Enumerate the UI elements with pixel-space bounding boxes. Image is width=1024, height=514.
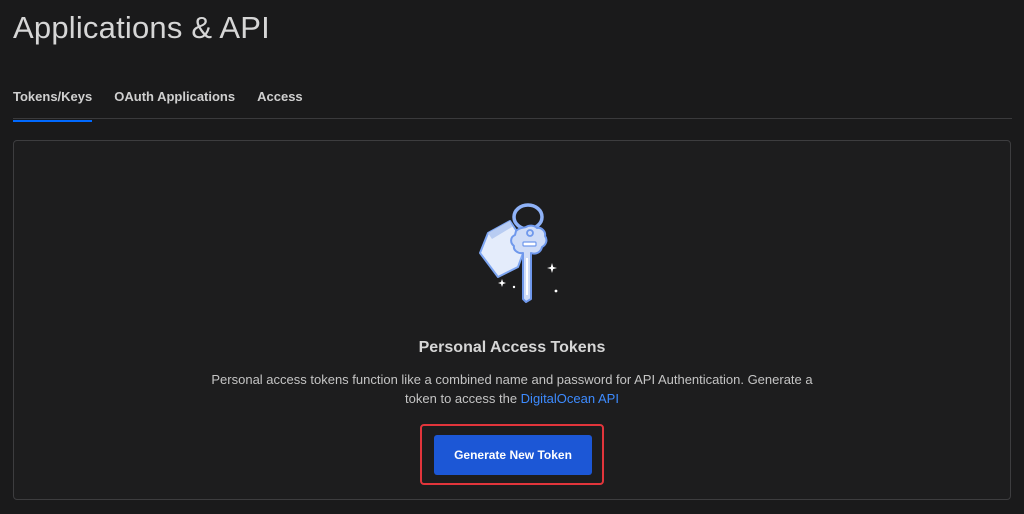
card-description: Personal access tokens function like a c… — [194, 370, 830, 408]
card-heading: Personal Access Tokens — [418, 339, 606, 356]
generate-new-token-button[interactable]: Generate New Token — [434, 435, 592, 475]
page: Applications & API Tokens/Keys OAuth App… — [0, 0, 1024, 514]
description-line-2: token to access the — [405, 391, 521, 406]
page-title: Applications & API — [13, 10, 270, 45]
personal-access-tokens-card: Personal Access Tokens Personal access t… — [13, 140, 1011, 500]
digitalocean-api-link[interactable]: DigitalOcean API — [521, 391, 619, 406]
description-line-1: Personal access tokens function like a c… — [211, 372, 813, 387]
tab-access[interactable]: Access — [257, 80, 303, 118]
key-tag-icon — [479, 203, 558, 303]
tab-bar: Tokens/Keys OAuth Applications Access — [13, 80, 1012, 122]
tab-oauth-applications[interactable]: OAuth Applications — [114, 80, 235, 118]
tab-tokens-keys[interactable]: Tokens/Keys — [13, 80, 93, 122]
